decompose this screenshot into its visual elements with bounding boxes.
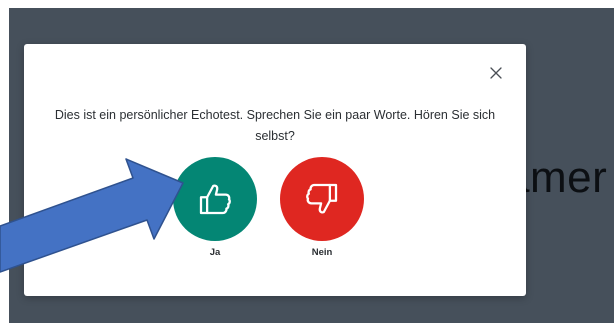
no-circle[interactable]	[280, 157, 364, 241]
thumbs-up-icon	[199, 184, 231, 215]
close-icon	[490, 67, 502, 79]
echo-test-dialog: Dies ist ein persönlicher Echotest. Spre…	[24, 44, 526, 296]
no-button[interactable]: Nein	[280, 157, 364, 258]
no-label: Nein	[311, 247, 333, 258]
echo-test-message: Dies ist ein persönlicher Echotest. Spre…	[54, 108, 496, 143]
yes-label: Ja	[209, 247, 221, 258]
thumbs-down-icon	[306, 183, 338, 214]
screen: amer Dies ist ein persönlicher Echotest.…	[0, 0, 614, 323]
yes-button[interactable]: Ja	[173, 157, 257, 258]
yes-circle[interactable]	[173, 157, 257, 241]
close-button[interactable]	[486, 63, 506, 83]
